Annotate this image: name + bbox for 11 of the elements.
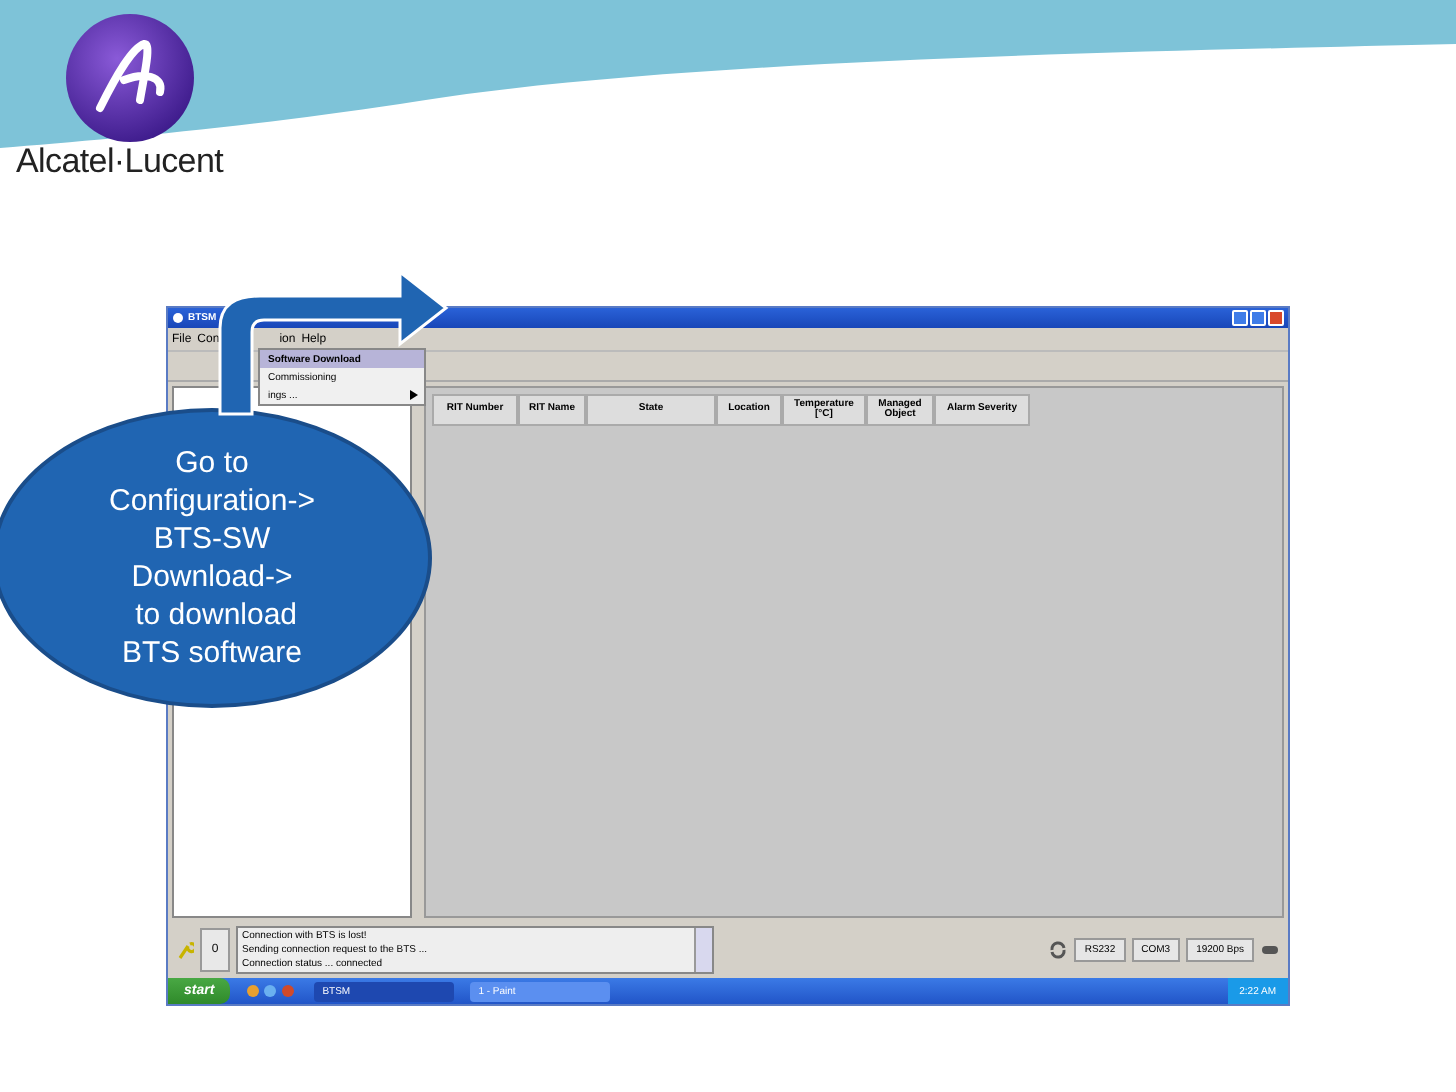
logo-icon	[64, 12, 196, 144]
close-button[interactable]	[1268, 310, 1284, 326]
minimize-button[interactable]	[1232, 310, 1248, 326]
app-icon	[172, 312, 184, 324]
scrollbar[interactable]	[694, 928, 712, 972]
brand-name: Alcatel·Lucent	[16, 142, 224, 182]
refresh-icon[interactable]	[1048, 940, 1069, 960]
quick-launch-icons[interactable]	[246, 984, 299, 998]
key-icon	[176, 940, 194, 960]
callout-text: Go to Configuration-> BTS-SW Download-> to download BTS software	[109, 444, 315, 672]
maximize-button[interactable]	[1250, 310, 1266, 326]
